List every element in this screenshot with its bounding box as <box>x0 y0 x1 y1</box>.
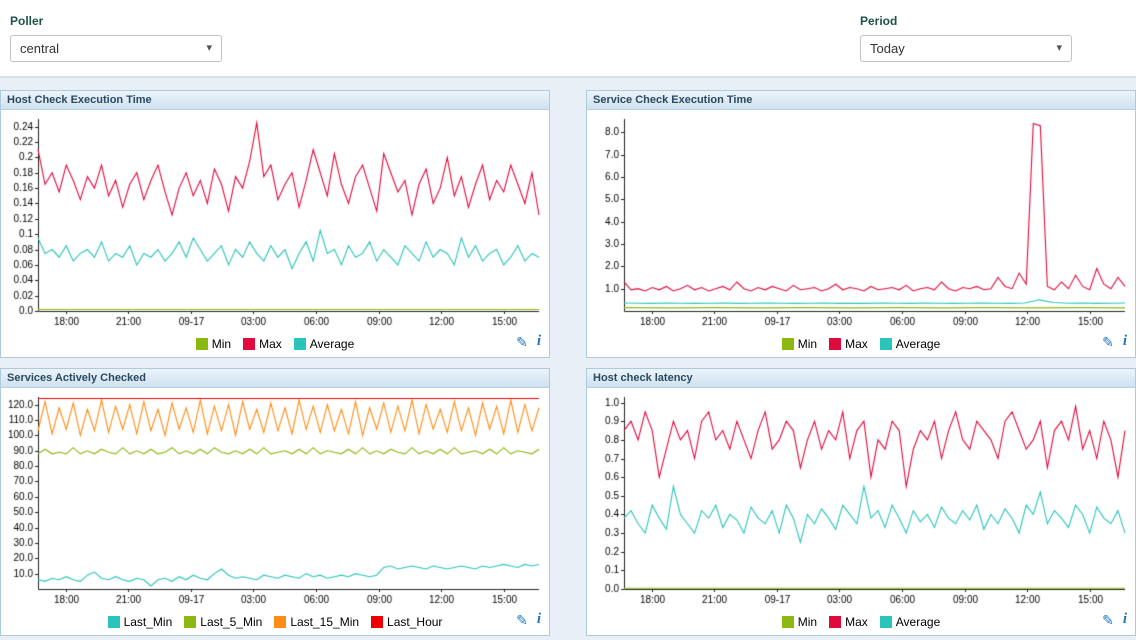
legend-label: Min <box>212 337 231 351</box>
legend-swatch <box>243 338 255 350</box>
info-icon[interactable]: i <box>537 612 541 627</box>
legend-label: Last_Hour <box>387 615 442 629</box>
edit-icon[interactable]: ✎ <box>516 613 528 627</box>
legend-item-average[interactable]: Average <box>880 615 940 629</box>
legend-swatch <box>371 616 383 628</box>
chart-actions: ✎ i <box>1102 612 1127 627</box>
legend-label: Last_15_Min <box>290 615 359 629</box>
poller-label: Poller <box>10 14 222 28</box>
legend-label: Last_Min <box>124 615 173 629</box>
edit-icon[interactable]: ✎ <box>1102 335 1114 349</box>
info-icon[interactable]: i <box>1123 334 1127 349</box>
legend-swatch <box>294 338 306 350</box>
legend-label: Average <box>310 337 354 351</box>
info-icon[interactable]: i <box>537 334 541 349</box>
legend-item-last_15_min[interactable]: Last_15_Min <box>274 615 359 629</box>
legend-item-max[interactable]: Max <box>829 337 868 351</box>
chart-legend: Min Max Average <box>782 615 941 629</box>
chart-title: Service Check Execution Time <box>587 91 1135 110</box>
chart-footer: Min Max Average ✎ i <box>587 331 1135 357</box>
legend-label: Min <box>798 615 817 629</box>
legend-item-average[interactable]: Average <box>294 337 354 351</box>
chart-footer: Last_Min Last_5_Min Last_15_Min Last_Hour ✎… <box>1 609 549 635</box>
legend-item-last_5_min[interactable]: Last_5_Min <box>184 615 262 629</box>
chart-panel-service-check-execution-time: Service Check Execution Time Min Max Avera… <box>586 90 1136 358</box>
edit-icon[interactable]: ✎ <box>516 335 528 349</box>
chevron-down-icon: ▾ <box>1056 43 1062 54</box>
legend-item-last_hour[interactable]: Last_Hour <box>371 615 442 629</box>
chart-legend: Last_Min Last_5_Min Last_15_Min Last_Hour <box>108 615 443 629</box>
line-chart-canvas[interactable] <box>1 388 549 609</box>
legend-item-max[interactable]: Max <box>829 615 868 629</box>
legend-item-min[interactable]: Min <box>196 337 231 351</box>
chart-title: Services Actively Checked <box>1 369 549 388</box>
legend-label: Max <box>845 337 868 351</box>
legend-label: Average <box>896 337 940 351</box>
period-select[interactable]: Today ▾ <box>860 35 1072 62</box>
legend-label: Min <box>798 337 817 351</box>
period-select-value: Today <box>870 41 905 56</box>
edit-icon[interactable]: ✎ <box>1102 613 1114 627</box>
legend-swatch <box>184 616 196 628</box>
line-chart-canvas[interactable] <box>1 110 549 331</box>
chart-actions: ✎ i <box>516 334 541 349</box>
chart-footer: Min Max Average ✎ i <box>1 331 549 357</box>
legend-swatch <box>108 616 120 628</box>
chart-legend: Min Max Average <box>196 337 355 351</box>
poller-select[interactable]: central ▾ <box>10 35 222 62</box>
chart-actions: ✎ i <box>516 612 541 627</box>
filter-bar: Poller central ▾ Period Today ▾ <box>0 0 1136 78</box>
chart-area <box>1 110 549 331</box>
legend-swatch <box>829 338 841 350</box>
chart-title: Host check latency <box>587 369 1135 388</box>
legend-swatch <box>782 616 794 628</box>
charts-grid: Host Check Execution Time Min Max Average … <box>0 78 1136 636</box>
legend-label: Average <box>896 615 940 629</box>
chart-area <box>1 388 549 609</box>
chart-area <box>587 110 1135 331</box>
chevron-down-icon: ▾ <box>206 43 212 54</box>
info-icon[interactable]: i <box>1123 612 1127 627</box>
chart-panel-host-check-execution-time: Host Check Execution Time Min Max Average … <box>0 90 550 358</box>
line-chart-canvas[interactable] <box>587 110 1135 331</box>
chart-actions: ✎ i <box>1102 334 1127 349</box>
period-label: Period <box>860 14 1072 28</box>
legend-swatch <box>829 616 841 628</box>
legend-swatch <box>274 616 286 628</box>
period-filter: Period Today ▾ <box>860 14 1072 62</box>
legend-swatch <box>196 338 208 350</box>
legend-item-average[interactable]: Average <box>880 337 940 351</box>
legend-item-min[interactable]: Min <box>782 615 817 629</box>
chart-area <box>587 388 1135 609</box>
legend-item-last_min[interactable]: Last_Min <box>108 615 173 629</box>
legend-label: Last_5_Min <box>200 615 262 629</box>
chart-panel-host-check-latency: Host check latency Min Max Average ✎ i <box>586 368 1136 636</box>
chart-legend: Min Max Average <box>782 337 941 351</box>
legend-item-max[interactable]: Max <box>243 337 282 351</box>
legend-swatch <box>782 338 794 350</box>
legend-label: Max <box>845 615 868 629</box>
legend-label: Max <box>259 337 282 351</box>
legend-item-min[interactable]: Min <box>782 337 817 351</box>
legend-swatch <box>880 616 892 628</box>
chart-panel-services-actively-checked: Services Actively Checked Last_Min Last_5… <box>0 368 550 636</box>
chart-footer: Min Max Average ✎ i <box>587 609 1135 635</box>
poller-select-value: central <box>20 41 59 56</box>
line-chart-canvas[interactable] <box>587 388 1135 609</box>
poller-filter: Poller central ▾ <box>10 14 222 62</box>
legend-swatch <box>880 338 892 350</box>
chart-title: Host Check Execution Time <box>1 91 549 110</box>
